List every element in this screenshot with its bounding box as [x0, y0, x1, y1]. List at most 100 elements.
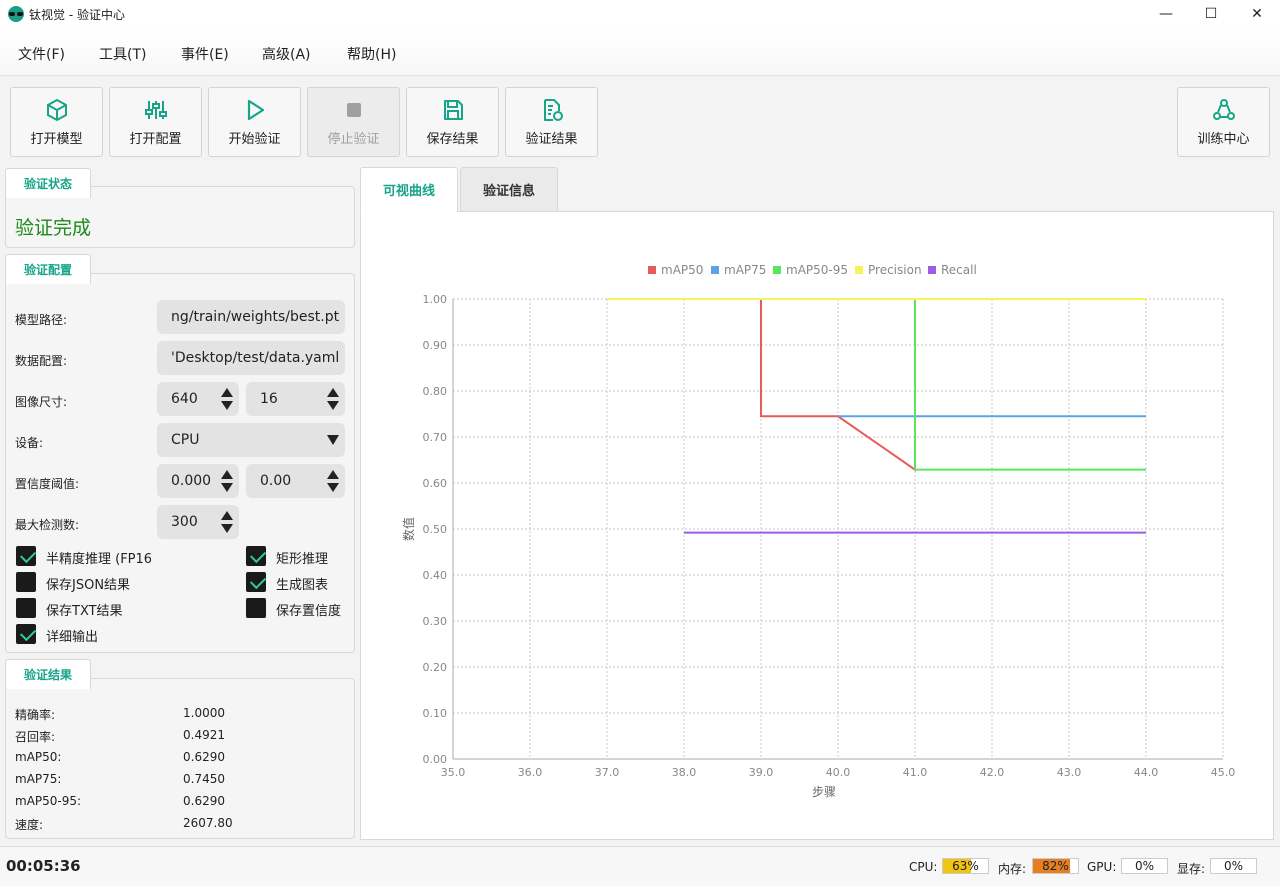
iou-spinbox[interactable]: 0.00	[246, 464, 345, 498]
batch-size-spinbox[interactable]: 16	[246, 382, 345, 416]
result-value: 0.6290	[183, 750, 225, 764]
legend-swatch	[928, 266, 936, 274]
app-logo-icon	[8, 6, 24, 22]
max-detections-spinbox[interactable]: 300	[157, 505, 239, 539]
open-model-button[interactable]: 打开模型	[10, 87, 103, 157]
result-value: 0.7450	[183, 772, 225, 786]
save-conf-label: 保存置信度	[276, 604, 342, 619]
stop-validate-label: 停止验证	[327, 132, 380, 147]
iou-value: 0.00	[260, 473, 292, 489]
y-tick-label: 0.30	[423, 615, 448, 628]
verbose-label: 详细输出	[46, 630, 99, 645]
y-tick-label: 0.70	[423, 431, 448, 444]
validation-status-text: 验证完成	[15, 217, 92, 239]
legend-label: Recall	[941, 263, 977, 277]
spin-arrows-icon[interactable]	[221, 388, 233, 410]
open-config-label: 打开配置	[129, 132, 182, 147]
stop-validate-button[interactable]: 停止验证	[307, 87, 400, 157]
start-validate-button[interactable]: 开始验证	[208, 87, 301, 157]
spin-arrows-icon[interactable]	[327, 388, 339, 410]
x-tick-label: 41.0	[903, 766, 928, 779]
y-tick-label: 0.80	[423, 385, 448, 398]
elapsed-time: 00:05:36	[6, 857, 81, 875]
result-value: 1.0000	[183, 706, 225, 720]
x-tick-label: 36.0	[518, 766, 543, 779]
legend-label: mAP50-95	[786, 263, 848, 277]
verbose-checkbox[interactable]	[16, 624, 36, 644]
legend-swatch	[855, 266, 863, 274]
y-tick-label: 0.60	[423, 477, 448, 490]
menu-bar: 文件(F) 工具(T) 事件(E) 高级(A) 帮助(H)	[0, 28, 1280, 76]
train-center-label: 训练中心	[1197, 132, 1250, 147]
y-tick-label: 0.50	[423, 523, 448, 536]
tab-visual-curves[interactable]: 可视曲线	[360, 167, 458, 212]
maximize-button[interactable]: ☐	[1188, 0, 1234, 28]
x-axis-title: 步骤	[812, 785, 836, 799]
validate-results-button[interactable]: 验证结果	[505, 87, 598, 157]
device-value: CPU	[171, 432, 200, 448]
open-config-button[interactable]: 打开配置	[109, 87, 202, 157]
rect-inference-label: 矩形推理	[276, 552, 329, 567]
save-results-button[interactable]: 保存结果	[406, 87, 499, 157]
recycle-icon	[1212, 99, 1235, 120]
vram-label: 显存:	[1177, 862, 1206, 876]
generate-plots-checkbox[interactable]	[246, 572, 266, 592]
menu-advanced[interactable]: 高级(A)	[262, 44, 311, 64]
x-tick-label: 40.0	[826, 766, 851, 779]
stop-icon	[346, 103, 361, 117]
device-select[interactable]: CPU	[157, 423, 345, 457]
confidence-spinbox[interactable]: 0.000	[157, 464, 239, 498]
x-tick-label: 44.0	[1134, 766, 1159, 779]
model-path-input[interactable]: ng/train/weights/best.pt	[157, 300, 345, 334]
close-button[interactable]: ✕	[1234, 0, 1280, 28]
menu-help[interactable]: 帮助(H)	[347, 44, 396, 64]
legend-swatch	[773, 266, 781, 274]
validation-results-tab: 验证结果	[5, 659, 91, 689]
x-tick-label: 38.0	[672, 766, 697, 779]
tab-validation-info[interactable]: 验证信息	[460, 167, 558, 212]
save-json-checkbox[interactable]	[16, 572, 36, 592]
memory-usage-value: 82%	[1042, 859, 1069, 873]
menu-tools[interactable]: 工具(T)	[99, 44, 146, 64]
result-value: 0.6290	[183, 794, 225, 808]
save-json-label: 保存JSON结果	[46, 578, 131, 593]
legend-label: mAP75	[724, 263, 766, 277]
result-label: 召回率:	[15, 730, 56, 744]
dropdown-arrow-icon[interactable]	[327, 435, 339, 445]
spin-arrows-icon[interactable]	[221, 470, 233, 492]
y-tick-label: 0.10	[423, 707, 448, 720]
rect-inference-checkbox[interactable]	[246, 546, 266, 566]
spin-arrows-icon[interactable]	[221, 511, 233, 533]
y-tick-label: 1.00	[423, 293, 448, 306]
menu-events[interactable]: 事件(E)	[181, 44, 229, 64]
max-detections-value: 300	[171, 514, 198, 530]
vram-usage-bar: 0%	[1210, 858, 1257, 874]
generate-plots-label: 生成图表	[276, 578, 329, 593]
result-label: 速度:	[15, 818, 44, 832]
spin-arrows-icon[interactable]	[327, 470, 339, 492]
chart-panel: 35.0 36.0 37.0 38.0 39.0 40.0 41.0 42.0 43.0 44.0…	[360, 211, 1274, 840]
vram-usage-value: 0%	[1223, 859, 1244, 873]
open-model-label: 打开模型	[30, 132, 83, 147]
result-label: mAP50-95:	[15, 794, 82, 808]
gpu-label: GPU:	[1087, 860, 1117, 874]
start-validate-label: 开始验证	[228, 132, 281, 147]
data-config-input[interactable]: 'Desktop/test/data.yaml	[157, 341, 345, 375]
y-tick-label: 0.90	[423, 339, 448, 352]
x-tick-label: 37.0	[595, 766, 620, 779]
gpu-usage-value: 0%	[1134, 859, 1155, 873]
save-conf-checkbox[interactable]	[246, 598, 266, 618]
save-txt-checkbox[interactable]	[16, 598, 36, 618]
line-chart: 35.0 36.0 37.0 38.0 39.0 40.0 41.0 42.0 43.0 44.0…	[401, 263, 1236, 799]
menu-file[interactable]: 文件(F)	[18, 44, 65, 64]
image-size-spinbox[interactable]: 640	[157, 382, 239, 416]
validation-config-tab: 验证配置	[5, 254, 91, 284]
x-tick-label: 45.0	[1211, 766, 1236, 779]
minimize-button[interactable]: —	[1143, 0, 1189, 28]
validation-config-group: 模型路径: ng/train/weights/best.pt 数据配置: 'De…	[5, 273, 355, 653]
train-center-button[interactable]: 训练中心	[1177, 87, 1270, 157]
fp16-checkbox[interactable]	[16, 546, 36, 566]
cpu-usage-bar: 63%	[942, 858, 989, 874]
status-bar: 00:05:36 CPU: 63% 内存: 82% GPU: 0% 显存: 0%	[0, 846, 1280, 886]
document-check-icon	[543, 99, 563, 121]
